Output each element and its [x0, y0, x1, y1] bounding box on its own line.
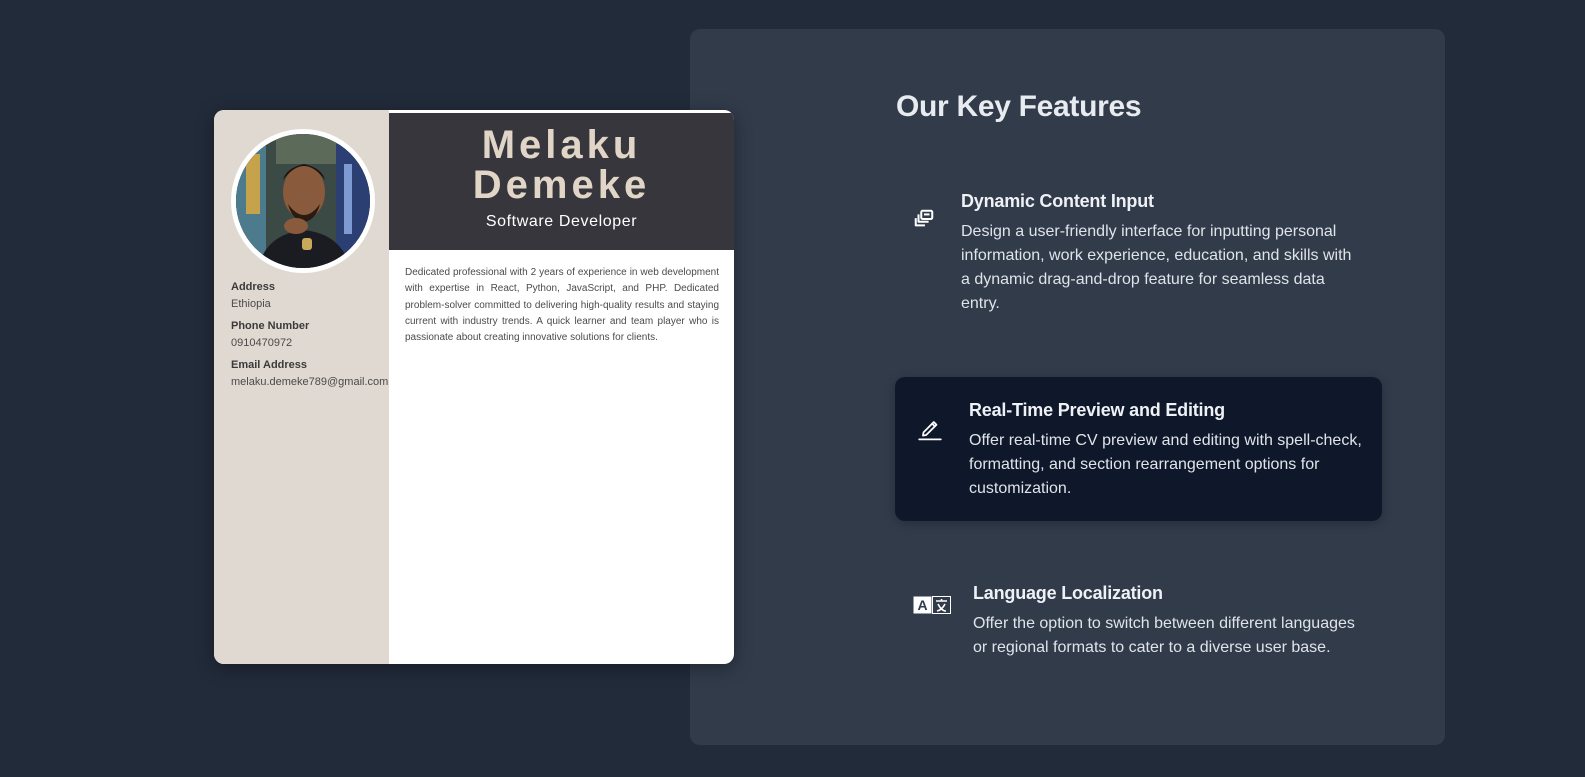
address-value: Ethiopia [231, 298, 271, 310]
feature-card-real-time-preview[interactable]: Real-Time Preview and Editing Offer real… [895, 377, 1382, 521]
copy-stack-icon [913, 208, 935, 230]
feature-card-language-localization[interactable]: A Language Localization Offer the option… [895, 571, 1382, 681]
phone-label: Phone Number [231, 320, 310, 332]
cv-last-name: Demeke [472, 163, 651, 207]
cv-role: Software Developer [485, 213, 638, 230]
cv-first-name: Melaku [481, 123, 642, 167]
feature-description: Offer the option to switch between diffe… [973, 615, 1355, 656]
feature-title: Dynamic Content Input [961, 191, 1154, 211]
translate-icon: A [913, 595, 951, 615]
profile-photo [231, 129, 375, 273]
feature-card-dynamic-content[interactable]: Dynamic Content Input Design a user-frie… [895, 178, 1382, 328]
cv-header: Melaku Demeke Software Developer [389, 113, 734, 250]
cv-summary: Dedicated professional with 2 years of e… [405, 267, 719, 344]
cv-name: Melaku Demeke [389, 113, 734, 205]
feature-title: Real-Time Preview and Editing [969, 400, 1225, 420]
cv-contact-section: Address Ethiopia Phone Number 0910470972… [231, 280, 401, 397]
feature-description: Design a user-friendly interface for inp… [961, 223, 1352, 312]
phone-value: 0910470972 [231, 337, 293, 349]
email-value: melaku.demeke789@gmail.com [231, 376, 389, 388]
pencil-icon [917, 415, 943, 441]
cv-sidebar: Address Ethiopia Phone Number 0910470972… [214, 110, 389, 664]
address-label: Address [231, 281, 276, 293]
email-label: Email Address [231, 359, 308, 371]
cv-preview-card: Address Ethiopia Phone Number 0910470972… [214, 110, 734, 664]
landing-page: Our Key Features Dynamic Content Input D… [0, 0, 1585, 777]
feature-description: Offer real-time CV preview and editing w… [969, 432, 1362, 497]
features-heading: Our Key Features [896, 90, 1142, 123]
feature-title: Language Localization [973, 583, 1163, 603]
svg-text:A: A [917, 597, 927, 613]
